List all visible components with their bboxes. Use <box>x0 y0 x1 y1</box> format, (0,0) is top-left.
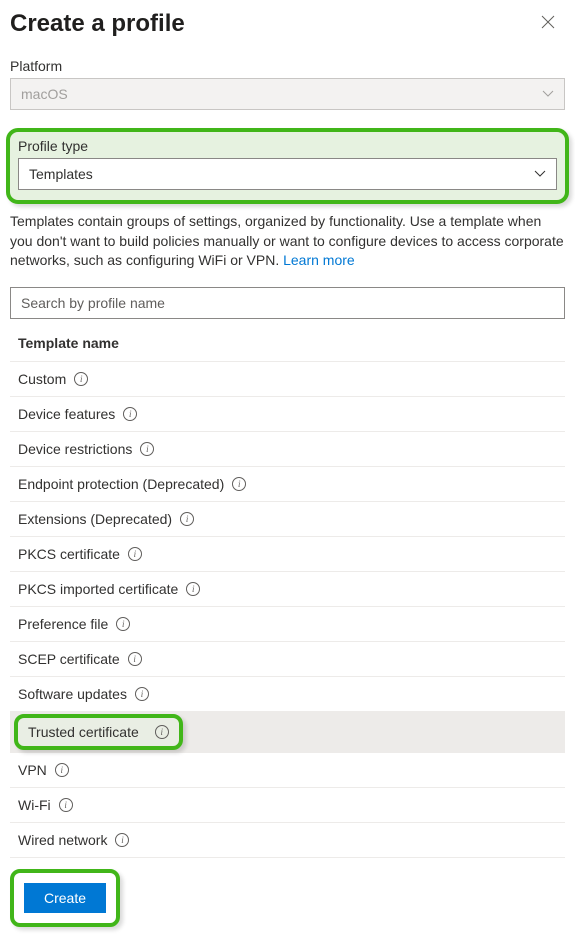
info-icon[interactable]: i <box>128 547 142 561</box>
learn-more-link[interactable]: Learn more <box>283 252 355 268</box>
info-icon[interactable]: i <box>59 798 73 812</box>
profile-type-select[interactable]: Templates <box>18 158 557 190</box>
info-icon[interactable]: i <box>115 833 129 847</box>
template-name: Software updates <box>18 686 127 702</box>
template-row[interactable]: Trusted certificate i <box>10 712 565 753</box>
template-row[interactable]: Wi-Fi i <box>10 788 565 823</box>
template-name: PKCS imported certificate <box>18 581 178 597</box>
profile-type-highlight: Profile type Templates <box>6 128 569 204</box>
template-row[interactable]: Extensions (Deprecated) i <box>10 502 565 537</box>
template-name: Wired network <box>18 832 107 848</box>
close-button[interactable] <box>537 11 559 38</box>
template-name: Custom <box>18 371 66 387</box>
template-row[interactable]: Preference file i <box>10 607 565 642</box>
template-row[interactable]: Customi <box>10 362 565 397</box>
create-button-highlight: Create <box>10 869 120 927</box>
profile-type-value: Templates <box>29 166 93 182</box>
description-text: Templates contain groups of settings, or… <box>10 212 565 271</box>
page-title: Create a profile <box>10 10 185 38</box>
table-header-template-name[interactable]: Template name <box>10 325 565 362</box>
template-name: Trusted certificate <box>28 724 139 740</box>
info-icon[interactable]: i <box>116 617 130 631</box>
template-row[interactable]: Device restrictions i <box>10 432 565 467</box>
template-list: CustomiDevice featuresiDevice restrictio… <box>10 362 565 858</box>
template-row[interactable]: SCEP certificate i <box>10 642 565 677</box>
template-row[interactable]: PKCS imported certificate i <box>10 572 565 607</box>
info-icon[interactable]: i <box>74 372 88 386</box>
info-icon[interactable]: i <box>55 763 69 777</box>
template-name: Extensions (Deprecated) <box>18 511 172 527</box>
chevron-down-icon <box>534 170 546 178</box>
template-row[interactable]: Software updates i <box>10 677 565 712</box>
template-name: Endpoint protection (Deprecated) <box>18 476 224 492</box>
info-icon[interactable]: i <box>140 442 154 456</box>
info-icon[interactable]: i <box>128 652 142 666</box>
platform-select[interactable]: macOS <box>10 78 565 110</box>
platform-label: Platform <box>10 58 565 74</box>
template-row[interactable]: PKCS certificate i <box>10 537 565 572</box>
template-name: VPN <box>18 762 47 778</box>
template-row[interactable]: Wired network i <box>10 823 565 858</box>
template-name: PKCS certificate <box>18 546 120 562</box>
search-input[interactable] <box>10 287 565 319</box>
template-row[interactable]: Device features i <box>10 397 565 432</box>
info-icon[interactable]: i <box>186 582 200 596</box>
close-icon <box>541 15 555 29</box>
template-name: Wi-Fi <box>18 797 51 813</box>
info-icon[interactable]: i <box>155 725 169 739</box>
platform-value: macOS <box>21 86 68 102</box>
info-icon[interactable]: i <box>232 477 246 491</box>
create-button[interactable]: Create <box>24 883 106 913</box>
info-icon[interactable]: i <box>180 512 194 526</box>
template-name: Preference file <box>18 616 108 632</box>
template-name: Device features <box>18 406 115 422</box>
template-row[interactable]: VPN i <box>10 753 565 788</box>
template-row[interactable]: Endpoint protection (Deprecated) i <box>10 467 565 502</box>
template-highlight: Trusted certificate i <box>14 714 183 750</box>
info-icon[interactable]: i <box>123 407 137 421</box>
profile-type-label: Profile type <box>18 138 557 154</box>
chevron-down-icon <box>542 90 554 98</box>
template-name: Device restrictions <box>18 441 132 457</box>
template-name: SCEP certificate <box>18 651 120 667</box>
info-icon[interactable]: i <box>135 687 149 701</box>
